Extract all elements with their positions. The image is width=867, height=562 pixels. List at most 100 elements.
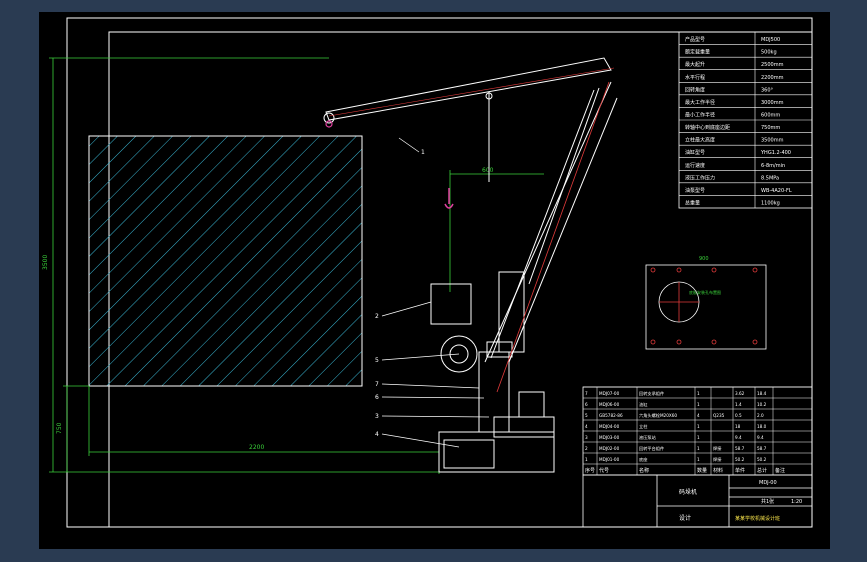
parts-cell: MDJ01-00: [599, 457, 620, 462]
spec-value: 2500mm: [761, 62, 784, 68]
spec-value: WB-4A20-FL: [761, 188, 792, 194]
parts-cell: 1: [697, 435, 700, 440]
spec-label: 额定载重量: [685, 49, 710, 56]
spec-label: 产品型号: [685, 36, 705, 43]
parts-cell: 58.7: [735, 446, 745, 451]
parts-header-cell: 代号: [599, 467, 609, 474]
drawing-no: MDJ-00: [759, 480, 777, 486]
parts-cell: 2: [585, 446, 588, 451]
balloon-2: 2: [375, 313, 379, 320]
dim-total-height: 3500: [42, 255, 49, 270]
parts-cell: 50.2: [757, 457, 767, 462]
spec-label: 最小工作半径: [685, 111, 715, 118]
parts-cell: 9.4: [757, 435, 764, 440]
spec-label: 运行速度: [685, 162, 705, 169]
dim-base-height: 750: [56, 422, 63, 434]
spec-label: 转轴中心到底座边距: [685, 124, 730, 131]
spec-value: 2200mm: [761, 75, 784, 81]
parts-cell: 9.4: [735, 435, 742, 440]
balloon-5: 5: [375, 357, 379, 364]
parts-cell: 4: [585, 424, 588, 429]
spec-value: 360°: [761, 87, 774, 93]
parts-cell: 3: [585, 435, 588, 440]
parts-cell: 焊接: [713, 456, 722, 463]
parts-cell: 18.0: [757, 424, 767, 429]
plate-width-dim: 900: [699, 256, 709, 262]
spec-value: 1100kg: [761, 200, 780, 206]
spec-value: 6-8m/min: [761, 163, 785, 169]
spec-label: 总重量: [685, 199, 700, 206]
parts-cell: MDJ06-00: [599, 402, 620, 407]
boom-arm: [323, 57, 612, 182]
spec-value: YHG1.2-400: [760, 150, 791, 156]
parts-header-cell: 单件: [735, 467, 745, 474]
parts-cell: 10.2: [757, 402, 767, 407]
spec-label: 最大工作半径: [685, 99, 715, 106]
plate-label: 底板安装孔布置图: [689, 289, 721, 295]
scale-text: 1:20: [791, 499, 802, 505]
parts-header-cell: 序号: [585, 467, 595, 474]
parts-cell: 50.2: [735, 457, 745, 462]
parts-cell: 1: [697, 457, 700, 462]
spec-value: 750mm: [761, 125, 780, 131]
spec-label: 液压工作压力: [685, 174, 715, 181]
cad-drawing-sheet: 3500 750 2200 600 2 5 7 6 3 4 1 900 底板安装…: [39, 12, 830, 549]
spec-value: MDJ500: [761, 37, 780, 43]
parts-cell: 3.62: [735, 391, 745, 396]
parts-cell: MDJ04-00: [599, 424, 620, 429]
school-text: 某某学校机械设计班: [735, 515, 780, 522]
spec-label: 油缸型号: [685, 149, 705, 156]
title-text: 码垛机: [679, 488, 697, 496]
parts-cell: Q235: [713, 413, 725, 418]
spec-label: 回转角度: [685, 86, 705, 93]
parts-cell: 立柱: [639, 423, 648, 430]
parts-cell: MDJ07-00: [599, 391, 620, 396]
balloon-3: 3: [375, 413, 379, 420]
parts-cell: 焊接: [713, 445, 722, 452]
parts-cell: 1: [585, 457, 588, 462]
parts-cell: MDJ02-00: [599, 446, 620, 451]
spec-value: 3500mm: [761, 138, 784, 144]
hook: [444, 188, 454, 209]
boom-hook: [325, 120, 333, 128]
parts-cell: 1.4: [735, 402, 742, 407]
balloon-6: 6: [375, 394, 379, 401]
parts-cell: 底座: [639, 456, 647, 463]
parts-cell: 18.4: [757, 391, 767, 396]
parts-cell: GB5782-86: [599, 413, 623, 418]
parts-cell: 液压泵站: [639, 434, 656, 441]
spec-label: 油泵型号: [685, 187, 705, 194]
sheet-text: 共1张: [761, 498, 774, 505]
parts-cell: 0.5: [735, 413, 742, 418]
balloon-4: 4: [375, 431, 379, 438]
spec-value: 3000mm: [761, 100, 784, 106]
parts-header-cell: 总计: [757, 467, 767, 474]
parts-cell: 1: [697, 402, 700, 407]
base-plate-holes: [650, 267, 758, 345]
parts-cell: 1: [697, 446, 700, 451]
column-centerline: [496, 81, 610, 393]
parts-cell: 2.0: [757, 413, 764, 418]
balloon-1: 1: [421, 149, 425, 156]
lift-column: [484, 81, 618, 363]
parts-cell: MDJ03-00: [599, 435, 620, 440]
parts-cell: 7: [585, 391, 588, 396]
spec-value: 500kg: [761, 50, 777, 56]
balloon-7: 7: [375, 381, 379, 388]
boom-centerline: [328, 67, 615, 117]
spec-value: 8.5MPa: [761, 175, 779, 181]
parts-cell: 5: [585, 413, 588, 418]
designer-text: 设计: [679, 514, 691, 522]
spec-value: 600mm: [761, 112, 780, 118]
dim-work-width: 2200: [249, 444, 264, 451]
parts-cell: 4: [697, 413, 700, 418]
parts-header-cell: 数量: [697, 467, 707, 474]
dim-boom-offset: 600: [482, 167, 494, 174]
parts-header-cell: 材料: [713, 467, 723, 474]
spec-label: 最大起升: [685, 61, 705, 68]
parts-cell: 6: [585, 402, 588, 407]
parts-header-cell: 名称: [639, 467, 649, 474]
part-leaders: [381, 137, 490, 448]
parts-cell: 58.7: [757, 446, 767, 451]
parts-cell: 1: [697, 391, 700, 396]
